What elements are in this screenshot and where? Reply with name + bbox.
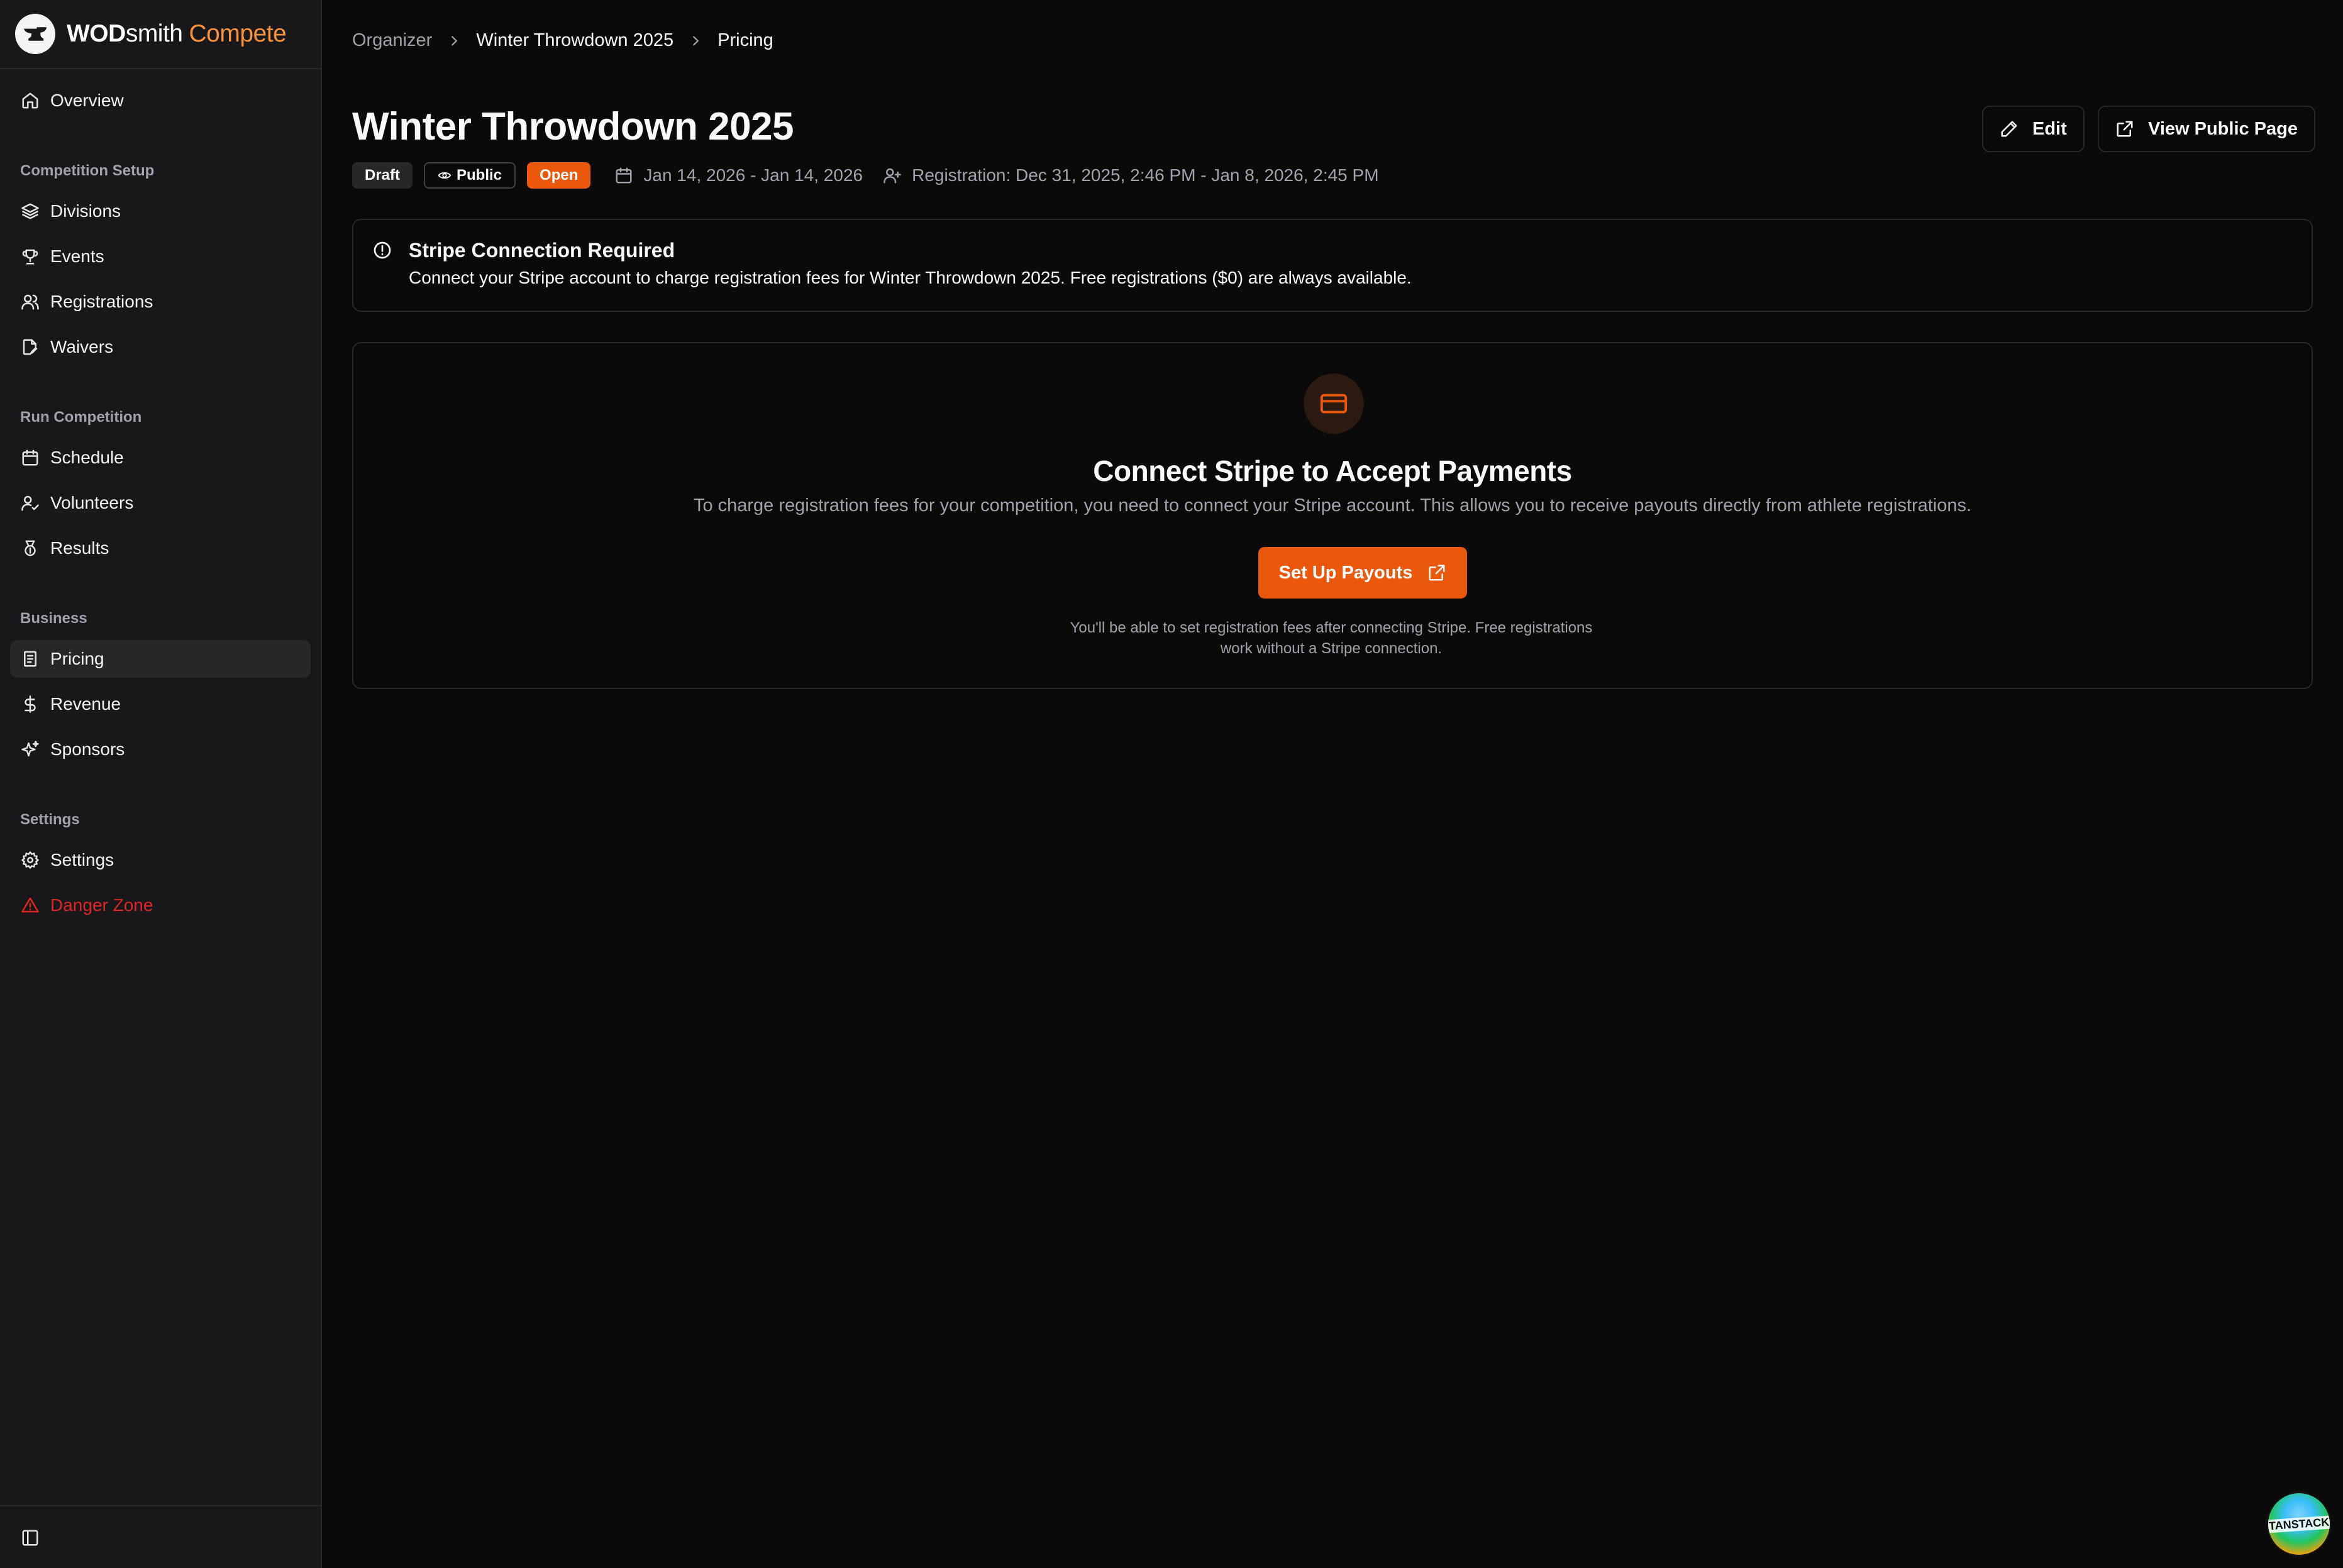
- sidebar-item-schedule[interactable]: Schedule: [10, 439, 311, 477]
- section-competition-setup: Competition Setup: [20, 162, 155, 179]
- sidebar-item-danger-zone[interactable]: Danger Zone: [10, 886, 311, 924]
- external-link-icon: [2115, 119, 2134, 138]
- registration-window: Registration: Dec 31, 2025, 2:46 PM - Ja…: [883, 165, 1379, 185]
- calendar-icon: [20, 448, 40, 468]
- gear-icon: [20, 850, 40, 870]
- sidebar-item-label: Danger Zone: [50, 895, 153, 915]
- section-settings: Settings: [20, 811, 80, 828]
- registration-status-badge: Open: [527, 162, 591, 189]
- sidebar-item-label: Settings: [50, 850, 114, 870]
- sidebar-item-sponsors[interactable]: Sponsors: [10, 731, 311, 768]
- breadcrumb-competition[interactable]: Winter Throwdown 2025: [476, 30, 673, 51]
- sidebar-item-label: Registrations: [50, 292, 153, 311]
- credit-card-icon: [1304, 373, 1364, 434]
- registration-window-text: Registration: Dec 31, 2025, 2:46 PM - Ja…: [912, 165, 1379, 185]
- connect-stripe-card: Connect Stripe to Accept Payments To cha…: [352, 342, 2313, 689]
- brand-smith: smith: [125, 20, 183, 47]
- card-description: To charge registration fees for your com…: [693, 495, 1972, 516]
- page-title: Winter Throwdown 2025: [352, 105, 794, 148]
- trophy-icon: [20, 246, 40, 267]
- alert-title: Stripe Connection Required: [409, 239, 675, 262]
- sidebar-item-revenue[interactable]: Revenue: [10, 685, 311, 723]
- main-content: Organizer Winter Throwdown 2025 Pricing …: [323, 0, 2343, 1568]
- sparkles-icon: [20, 739, 40, 759]
- alert-description: Connect your Stripe account to charge re…: [409, 268, 1412, 287]
- status-badge-draft: Draft: [352, 162, 413, 189]
- sidebar-item-registrations[interactable]: Registrations: [10, 283, 311, 321]
- alert-circle-icon: [372, 240, 392, 260]
- receipt-icon: [20, 649, 40, 669]
- calendar-icon: [614, 166, 633, 185]
- sidebar-item-pricing[interactable]: Pricing: [10, 640, 311, 678]
- brand-name: WODsmith Compete: [67, 20, 287, 48]
- section-business: Business: [20, 610, 87, 627]
- dollar-icon: [20, 694, 40, 714]
- external-link-icon: [1427, 563, 1446, 582]
- file-pen-icon: [20, 337, 40, 357]
- brand[interactable]: WODsmith Compete: [15, 14, 287, 54]
- devtools-label: TANSTACK: [2268, 1515, 2330, 1533]
- breadcrumb: Organizer Winter Throwdown 2025 Pricing: [352, 30, 773, 51]
- brand-divider: [0, 68, 321, 69]
- sidebar-item-label: Volunteers: [50, 493, 134, 512]
- set-up-payouts-label: Set Up Payouts: [1278, 562, 1413, 583]
- pencil-icon: [2000, 119, 2019, 138]
- sidebar-item-label: Divisions: [50, 201, 121, 221]
- sidebar-item-label: Events: [50, 246, 104, 266]
- competition-dates-text: Jan 14, 2026 - Jan 14, 2026: [643, 165, 863, 185]
- visibility-badge: Public: [424, 162, 516, 189]
- user-plus-icon: [883, 166, 902, 185]
- edit-button[interactable]: Edit: [1982, 106, 2085, 152]
- sidebar-toggle-icon[interactable]: [19, 1527, 42, 1549]
- home-icon: [20, 91, 40, 111]
- sidebar-item-settings[interactable]: Settings: [10, 841, 311, 879]
- card-note-line-2: work without a Stripe connection.: [1220, 640, 1443, 657]
- anvil-logo-icon: [15, 14, 55, 54]
- sidebar-item-overview[interactable]: Overview: [10, 82, 311, 119]
- card-note: You'll be able to set registration fees …: [1017, 617, 1646, 659]
- sidebar-item-label: Revenue: [50, 694, 121, 714]
- sidebar-item-label: Schedule: [50, 448, 124, 467]
- stripe-required-alert: Stripe Connection Required Connect your …: [352, 219, 2313, 312]
- user-check-icon: [20, 493, 40, 513]
- sidebar-item-label: Waivers: [50, 337, 114, 356]
- sidebar-item-label: Overview: [50, 91, 124, 110]
- competition-dates: Jan 14, 2026 - Jan 14, 2026: [614, 165, 863, 185]
- edit-button-label: Edit: [2032, 118, 2067, 139]
- card-note-line-1: You'll be able to set registration fees …: [1070, 619, 1593, 636]
- view-public-page-button[interactable]: View Public Page: [2098, 106, 2316, 152]
- set-up-payouts-button[interactable]: Set Up Payouts: [1258, 547, 1467, 599]
- brand-compete: Compete: [189, 20, 287, 47]
- brand-wod: WOD: [67, 20, 126, 47]
- competition-meta: Draft Public Open Jan 14, 2026 - Jan 14,…: [352, 161, 1379, 190]
- sidebar-item-divisions[interactable]: Divisions: [10, 192, 311, 230]
- section-run-competition: Run Competition: [20, 409, 142, 426]
- sidebar-item-volunteers[interactable]: Volunteers: [10, 484, 311, 522]
- sidebar-item-label: Pricing: [50, 649, 104, 668]
- view-public-page-label: View Public Page: [2148, 118, 2298, 139]
- eye-icon: [438, 168, 451, 182]
- sidebar-item-results[interactable]: Results: [10, 529, 311, 567]
- medal-icon: [20, 538, 40, 558]
- layers-icon: [20, 201, 40, 221]
- breadcrumb-organizer[interactable]: Organizer: [352, 30, 432, 51]
- sidebar-item-label: Sponsors: [50, 739, 125, 759]
- chevron-right-icon: [447, 34, 461, 48]
- sidebar-footer-divider: [0, 1505, 321, 1506]
- sidebar-item-label: Results: [50, 538, 109, 558]
- warning-triangle-icon: [20, 895, 40, 915]
- sidebar-item-events[interactable]: Events: [10, 238, 311, 275]
- card-title: Connect Stripe to Accept Payments: [1093, 455, 1572, 487]
- visibility-badge-label: Public: [457, 167, 502, 184]
- sidebar-item-waivers[interactable]: Waivers: [10, 328, 311, 366]
- users-icon: [20, 292, 40, 312]
- breadcrumb-current: Pricing: [717, 30, 773, 50]
- chevron-right-icon: [689, 34, 702, 48]
- tanstack-devtools-button[interactable]: TANSTACK: [2266, 1491, 2332, 1557]
- sidebar: WODsmith Compete Overview Competition Set…: [0, 0, 322, 1568]
